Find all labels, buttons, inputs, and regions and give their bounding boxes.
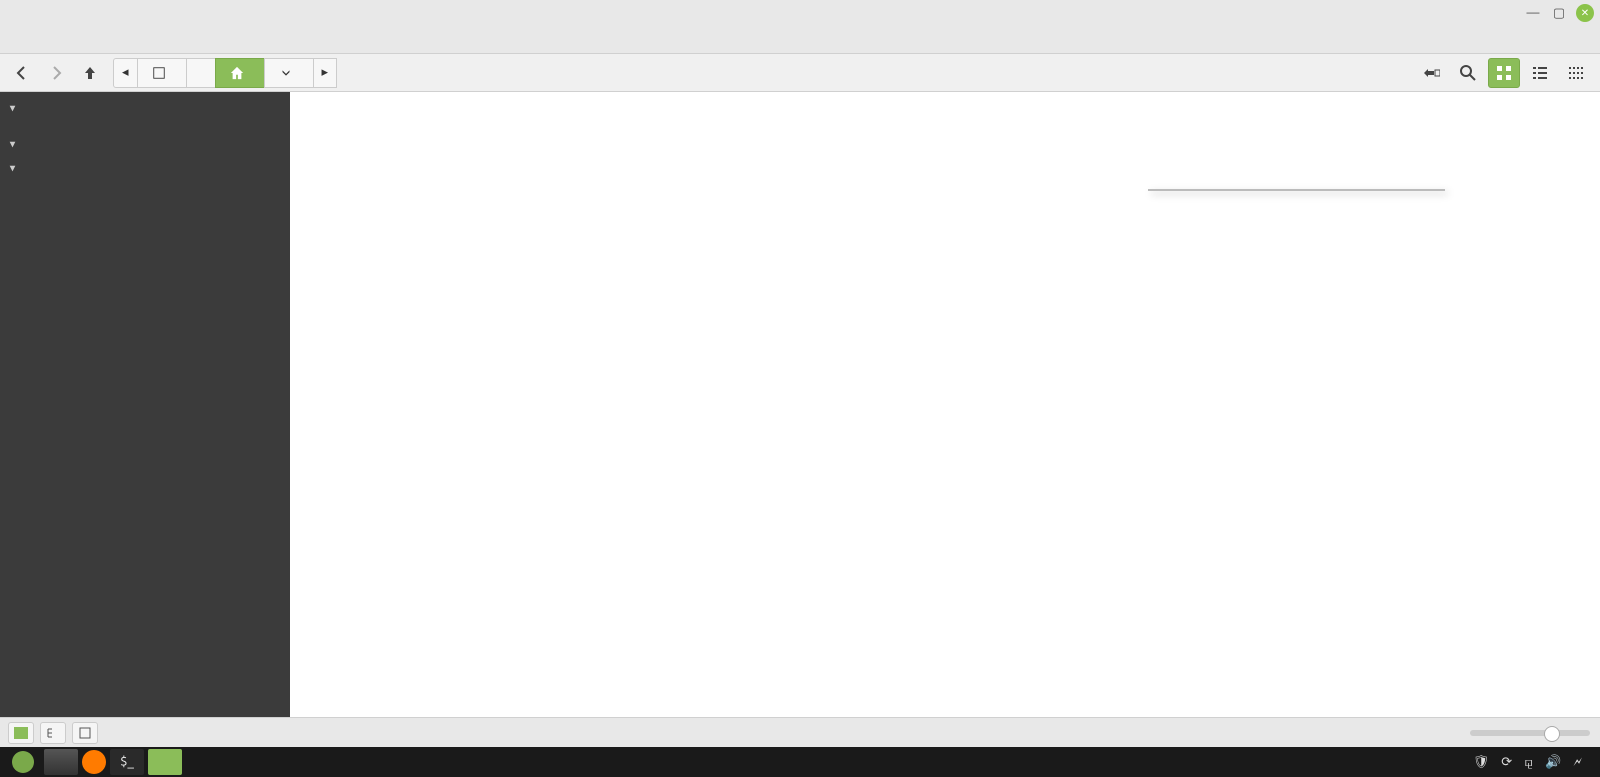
pathbar: ◂ ▸ — [114, 58, 337, 88]
minimize-button[interactable]: — — [1524, 4, 1542, 22]
menubar — [0, 28, 1600, 54]
taskbar-filemanager[interactable] — [148, 749, 182, 775]
tree-toggle[interactable] — [40, 722, 66, 744]
context-menu — [1148, 189, 1445, 191]
content-area[interactable] — [290, 92, 1600, 717]
icon-view-button[interactable] — [1488, 58, 1520, 88]
sidebar-header-devices[interactable]: ▾ — [0, 132, 290, 156]
tray-volume-icon[interactable]: 🔊 — [1545, 755, 1561, 770]
maximize-button[interactable]: ▢ — [1550, 4, 1568, 22]
compact-view-button[interactable] — [1560, 58, 1592, 88]
titlebar[interactable]: — ▢ ✕ — [0, 0, 1600, 28]
tray-network-icon[interactable]: ⚼ — [1524, 755, 1533, 770]
tray-shield-icon[interactable]: 🛡 — [1473, 755, 1490, 770]
path-home[interactable] — [186, 58, 216, 88]
taskbar-terminal[interactable]: $_ — [110, 749, 144, 775]
start-menu[interactable] — [6, 749, 40, 775]
taskbar-firefox[interactable] — [82, 750, 106, 774]
path-downloads[interactable] — [264, 58, 314, 88]
sidebar-header-network[interactable]: ▾ — [0, 156, 290, 180]
toggle-location-button[interactable] — [1416, 58, 1448, 88]
zoom-slider[interactable] — [1470, 730, 1590, 736]
path-next[interactable]: ▸ — [313, 58, 338, 88]
up-button[interactable] — [76, 59, 104, 87]
path-prev[interactable]: ◂ — [113, 58, 138, 88]
sidebar-header-computer[interactable]: ▾ — [0, 96, 290, 120]
path-current[interactable] — [215, 58, 265, 88]
close-sidebar[interactable] — [72, 722, 98, 744]
forward-button[interactable] — [42, 59, 70, 87]
tray-battery-icon[interactable]: 🗲 — [1573, 755, 1582, 770]
search-button[interactable] — [1452, 58, 1484, 88]
taskbar: $_ 🛡 ⟳ ⚼ 🔊 🗲 — [0, 747, 1600, 777]
path-root[interactable] — [137, 58, 187, 88]
toolbar: ◂ ▸ — [0, 54, 1600, 92]
taskbar-show-desktop[interactable] — [44, 749, 78, 775]
close-button[interactable]: ✕ — [1576, 4, 1594, 22]
tray-update-icon[interactable]: ⟳ — [1501, 755, 1512, 770]
statusbar — [0, 717, 1600, 747]
list-view-button[interactable] — [1524, 58, 1556, 88]
places-toggle[interactable] — [8, 722, 34, 744]
sidebar-header-bookmarks[interactable] — [0, 120, 290, 132]
back-button[interactable] — [8, 59, 36, 87]
sidebar: ▾ ▾ ▾ — [0, 92, 290, 717]
